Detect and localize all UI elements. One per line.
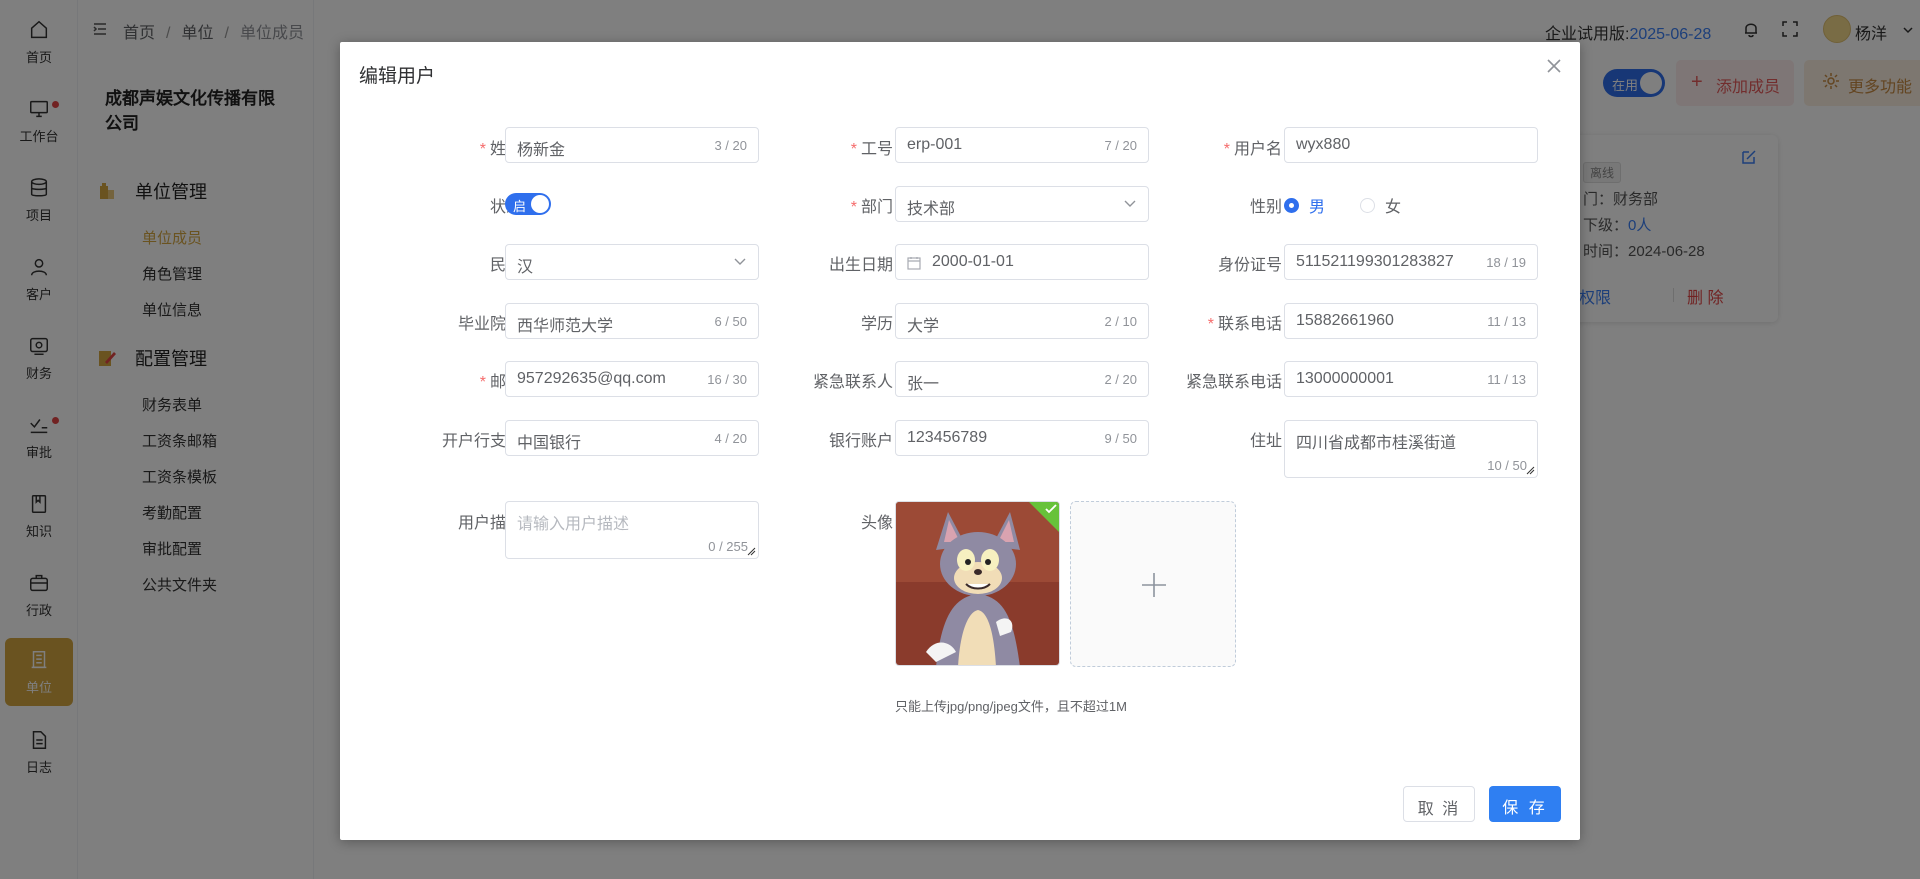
birth-label: 出生日期	[828, 257, 893, 274]
ethnic-value: 汉	[517, 259, 534, 276]
upload-tip: 只能上传jpg/png/jpeg文件，且不超过1M	[895, 699, 1127, 714]
emergency-contact-value: 张一	[907, 376, 940, 393]
phone-label: * 联系电话	[1207, 316, 1282, 333]
cancel-button[interactable]: 取 消	[1403, 786, 1475, 822]
char-count: 9 / 50	[1104, 431, 1137, 446]
gender-male-radio[interactable]: 男	[1284, 193, 1325, 217]
edit-user-dialog: 编辑用户 *姓名 杨新金3 / 20 *工号 erp-0017 / 20 *用户…	[340, 42, 1580, 840]
avatar-preview[interactable]	[895, 501, 1060, 666]
phone-input[interactable]: 15882661960 11 / 13	[1284, 303, 1538, 339]
dialog-title: 编辑用户	[359, 66, 436, 87]
account-label: 银行账户	[828, 433, 893, 450]
phone-value: 15882661960	[1296, 312, 1394, 329]
plus-icon	[1142, 573, 1166, 597]
emergency-phone-value: 13000000001	[1296, 370, 1394, 387]
address-textarea[interactable]: 四川省成都市桂溪街道 10 / 50	[1284, 420, 1538, 478]
birth-value: 2000-01-01	[932, 253, 1014, 270]
radio-label: 男	[1309, 199, 1326, 216]
avatar-label: 头像	[860, 515, 893, 532]
idcard-input[interactable]: 511521199301283827 18 / 19	[1284, 244, 1538, 280]
jobno-input[interactable]: erp-001 7 / 20	[895, 127, 1149, 163]
birth-date-picker[interactable]: 2000-01-01	[895, 244, 1149, 280]
save-button[interactable]: 保 存	[1489, 786, 1561, 822]
emergency-phone-input[interactable]: 13000000001 11 / 13	[1284, 361, 1538, 397]
name-value: 杨新金	[517, 142, 566, 159]
char-count: 18 / 19	[1486, 255, 1526, 270]
edu-value: 大学	[907, 318, 940, 335]
status-switch[interactable]: 启	[505, 193, 551, 215]
emergency-phone-label: 紧急联系电话	[1185, 374, 1282, 391]
gender-label: 性别	[1249, 199, 1282, 216]
desc-textarea[interactable]: 请输入用户描述 0 / 255	[505, 501, 759, 559]
char-count: 11 / 13	[1487, 372, 1526, 387]
username-label: * 用户名	[1223, 141, 1282, 158]
ethnic-select[interactable]: 汉	[505, 244, 759, 280]
account-input[interactable]: 123456789 9 / 50	[895, 420, 1149, 456]
desc-placeholder: 请输入用户描述	[517, 516, 630, 533]
jobno-label: * 工号	[850, 141, 893, 158]
char-count: 11 / 13	[1487, 314, 1526, 329]
char-count: 6 / 50	[714, 314, 747, 329]
char-count: 16 / 30	[707, 372, 747, 387]
char-count: 2 / 10	[1104, 314, 1137, 329]
char-count: 3 / 20	[714, 138, 747, 153]
resize-handle-icon[interactable]	[747, 547, 756, 556]
idcard-label: 身份证号	[1217, 257, 1282, 274]
chevron-down-icon	[1124, 200, 1136, 207]
address-label: 住址	[1249, 433, 1282, 450]
dept-select[interactable]: 技术部	[895, 186, 1149, 222]
gender-female-radio[interactable]: 女	[1360, 193, 1401, 217]
check-icon	[1045, 504, 1057, 514]
resize-handle-icon[interactable]	[1526, 466, 1535, 475]
name-input[interactable]: 杨新金 3 / 20	[505, 127, 759, 163]
emergency-contact-input[interactable]: 张一 2 / 20	[895, 361, 1149, 397]
dept-value: 技术部	[907, 201, 956, 218]
username-value: wyx880	[1296, 136, 1351, 153]
bank-input[interactable]: 中国银行 4 / 20	[505, 420, 759, 456]
calendar-icon	[907, 257, 921, 270]
close-icon[interactable]	[1545, 57, 1563, 75]
chevron-down-icon	[734, 258, 746, 265]
char-count: 4 / 20	[714, 431, 747, 446]
dept-label: * 部门	[850, 199, 893, 216]
char-count: 7 / 20	[1104, 138, 1137, 153]
avatar-upload-box[interactable]	[1070, 501, 1236, 667]
switch-text: 启	[513, 199, 527, 214]
school-value: 西华师范大学	[517, 318, 614, 335]
address-value: 四川省成都市桂溪街道	[1296, 435, 1457, 452]
edu-label: 学历	[860, 316, 893, 333]
char-count: 10 / 50	[1487, 458, 1527, 473]
email-input[interactable]: 957292635@qq.com 16 / 30	[505, 361, 759, 397]
char-count: 0 / 255	[708, 539, 748, 554]
email-value: 957292635@qq.com	[517, 370, 666, 387]
school-input[interactable]: 西华师范大学 6 / 50	[505, 303, 759, 339]
emergency-contact-label: 紧急联系人	[812, 374, 893, 391]
char-count: 2 / 20	[1104, 372, 1137, 387]
idcard-value: 511521199301283827	[1296, 253, 1454, 270]
account-value: 123456789	[907, 429, 988, 446]
edu-input[interactable]: 大学 2 / 10	[895, 303, 1149, 339]
jobno-value: erp-001	[907, 136, 963, 153]
radio-label: 女	[1385, 199, 1402, 216]
username-input[interactable]: wyx880	[1284, 127, 1538, 163]
bank-value: 中国银行	[517, 435, 582, 452]
